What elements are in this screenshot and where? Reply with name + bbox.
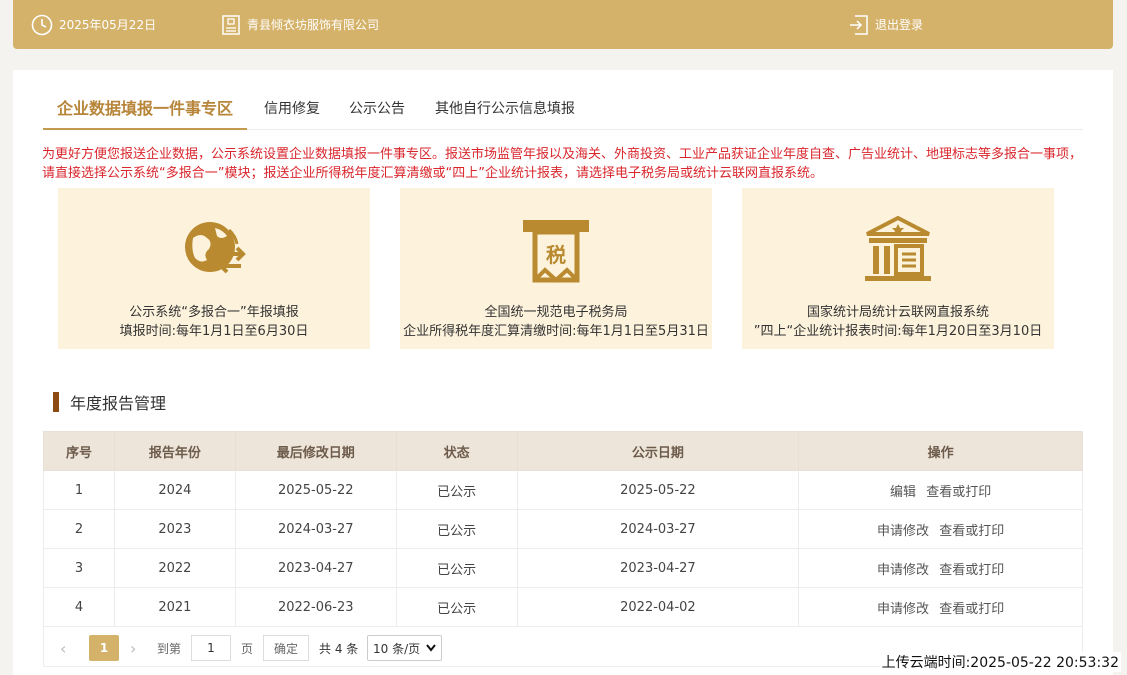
logout-icon [850, 14, 868, 35]
prev-page-button[interactable]: ‹ [60, 635, 66, 661]
chevron-down-icon [426, 644, 436, 652]
view-print-link[interactable]: 查看或打印 [939, 524, 1004, 539]
section-bar [53, 392, 59, 412]
page-size-value: 10 条/页 [373, 641, 421, 656]
edit-link[interactable]: 编辑 [890, 485, 916, 500]
date-display: 2025年05月22日 [31, 0, 156, 49]
cell-published: 2023-04-27 [516, 548, 800, 588]
table-row: 1 2024 2025-05-22 已公示 2025-05-22 编辑 查看或打… [43, 470, 1083, 510]
card-e-tax-time: 企业所得税年度汇算清缴时间:每年1月1日至5月31日 [403, 324, 709, 339]
tab-bar: 企业数据填报一件事专区 信用修复 公示公告 其他自行公示信息填报 [43, 90, 1083, 130]
total-count: 共 4 条 [319, 641, 359, 656]
request-change-link[interactable]: 申请修改 [877, 524, 929, 539]
annual-report-table: 序号 报告年份 最后修改日期 状态 公示日期 操作 1 2024 2025-05… [43, 431, 1083, 627]
page-unit-label: 页 [241, 641, 254, 656]
tax-icon-glyph: 税 [546, 243, 566, 267]
goto-page-input[interactable]: 1 [191, 635, 231, 661]
cell-modified: 2023-04-27 [234, 548, 397, 588]
cell-year: 2023 [113, 509, 236, 549]
cell-modified: 2022-06-23 [234, 587, 397, 627]
cell-published: 2024-03-27 [516, 509, 800, 549]
col-header-published: 公示日期 [516, 431, 800, 471]
cell-no: 1 [43, 470, 115, 510]
cell-year: 2024 [113, 470, 236, 510]
next-page-button[interactable]: › [130, 635, 136, 661]
table-header-row: 序号 报告年份 最后修改日期 状态 公示日期 操作 [43, 431, 1083, 471]
tab-public-notice[interactable]: 公示公告 [349, 90, 405, 130]
tab-credit-repair[interactable]: 信用修复 [264, 90, 320, 130]
request-change-link[interactable]: 申请修改 [877, 563, 929, 578]
col-header-status: 状态 [395, 431, 518, 471]
card-stats-cloud[interactable]: 国家统计局统计云联网直报系统 ”四上“企业统计报表时间:每年1月20日至3月10… [742, 188, 1054, 349]
current-date: 2025年05月22日 [59, 18, 157, 32]
clock-icon [31, 14, 53, 35]
tab-other-disclosure[interactable]: 其他自行公示信息填报 [435, 90, 575, 130]
cell-actions: 申请修改 查看或打印 [798, 587, 1083, 627]
cell-status: 已公示 [395, 548, 518, 588]
table-row: 3 2022 2023-04-27 已公示 2023-04-27 申请修改 查看… [43, 548, 1083, 588]
cell-modified: 2024-03-27 [234, 509, 397, 549]
request-change-link[interactable]: 申请修改 [877, 602, 929, 617]
cell-status: 已公示 [395, 509, 518, 549]
col-header-actions: 操作 [798, 431, 1083, 471]
cell-actions: 申请修改 查看或打印 [798, 548, 1083, 588]
tax-icon: 税 [523, 220, 589, 283]
cell-published: 2025-05-22 [516, 470, 800, 510]
cell-modified: 2025-05-22 [234, 470, 397, 510]
page-size-select[interactable]: 10 条/页 [367, 635, 442, 661]
upload-time-stamp: 上传云端时间:2025-05-22 20:53:32 [879, 652, 1121, 672]
logout-button[interactable]: 退出登录 [849, 0, 923, 49]
cell-actions: 申请修改 查看或打印 [798, 509, 1083, 549]
goto-label: 到第 [157, 641, 182, 656]
table-row: 4 2021 2022-06-23 已公示 2022-04-02 申请修改 查看… [43, 587, 1083, 627]
card-stats-time: ”四上“企业统计报表时间:每年1月20日至3月10日 [753, 324, 1043, 339]
view-print-link[interactable]: 查看或打印 [939, 602, 1004, 617]
cell-no: 3 [43, 548, 115, 588]
cell-status: 已公示 [395, 587, 518, 627]
company-name: 青县倾衣坊服饰有限公司 [247, 18, 380, 32]
view-print-link[interactable]: 查看或打印 [926, 485, 991, 500]
table-row: 2 2023 2024-03-27 已公示 2024-03-27 申请修改 查看… [43, 509, 1083, 549]
card-multi-report-title: 公示系统“多报合一”年报填报 [129, 305, 299, 320]
page-1-button[interactable]: 1 [89, 635, 119, 661]
card-e-tax-title: 全国统一规范电子税务局 [484, 305, 628, 320]
card-stats-title: 国家统计局统计云联网直报系统 [806, 305, 989, 320]
company-display: 青县倾衣坊服饰有限公司 [221, 0, 379, 49]
cell-no: 2 [43, 509, 115, 549]
card-e-tax-bureau[interactable]: 税 全国统一规范电子税务局 企业所得税年度汇算清缴时间:每年1月1日至5月31日 [400, 188, 712, 349]
notice-text: 为更好方便您报送企业数据，公示系统设置企业数据填报一件事专区。报送市场监管年报以… [42, 147, 1083, 181]
col-header-modified: 最后修改日期 [234, 431, 397, 471]
top-bar: 2025年05月22日 青县倾衣坊服饰有限公司 退出登录 [13, 0, 1113, 49]
goto-confirm-button[interactable]: 确定 [263, 635, 309, 661]
bank-building-icon [865, 215, 931, 281]
section-annual-report: 年度报告管理 [53, 392, 167, 413]
cell-status: 已公示 [395, 470, 518, 510]
cell-no: 4 [43, 587, 115, 627]
card-multi-report-time: 填报时间:每年1月1日至6月30日 [119, 324, 309, 339]
card-multi-report[interactable]: 公示系统“多报合一”年报填报 填报时间:每年1月1日至6月30日 [58, 188, 370, 349]
logout-label: 退出登录 [875, 18, 924, 32]
globe-exchange-icon [185, 222, 246, 274]
main-panel: 企业数据填报一件事专区 信用修复 公示公告 其他自行公示信息填报 为更好方便您报… [13, 70, 1113, 675]
cell-year: 2022 [113, 548, 236, 588]
section-title-text: 年度报告管理 [70, 394, 167, 413]
col-header-year: 报告年份 [113, 431, 236, 471]
company-icon [222, 14, 240, 35]
cell-published: 2022-04-02 [516, 587, 800, 627]
view-print-link[interactable]: 查看或打印 [939, 563, 1004, 578]
cell-year: 2021 [113, 587, 236, 627]
col-header-no: 序号 [43, 431, 115, 471]
cell-actions: 编辑 查看或打印 [798, 470, 1083, 510]
tab-data-filing-zone[interactable]: 企业数据填报一件事专区 [43, 90, 248, 130]
